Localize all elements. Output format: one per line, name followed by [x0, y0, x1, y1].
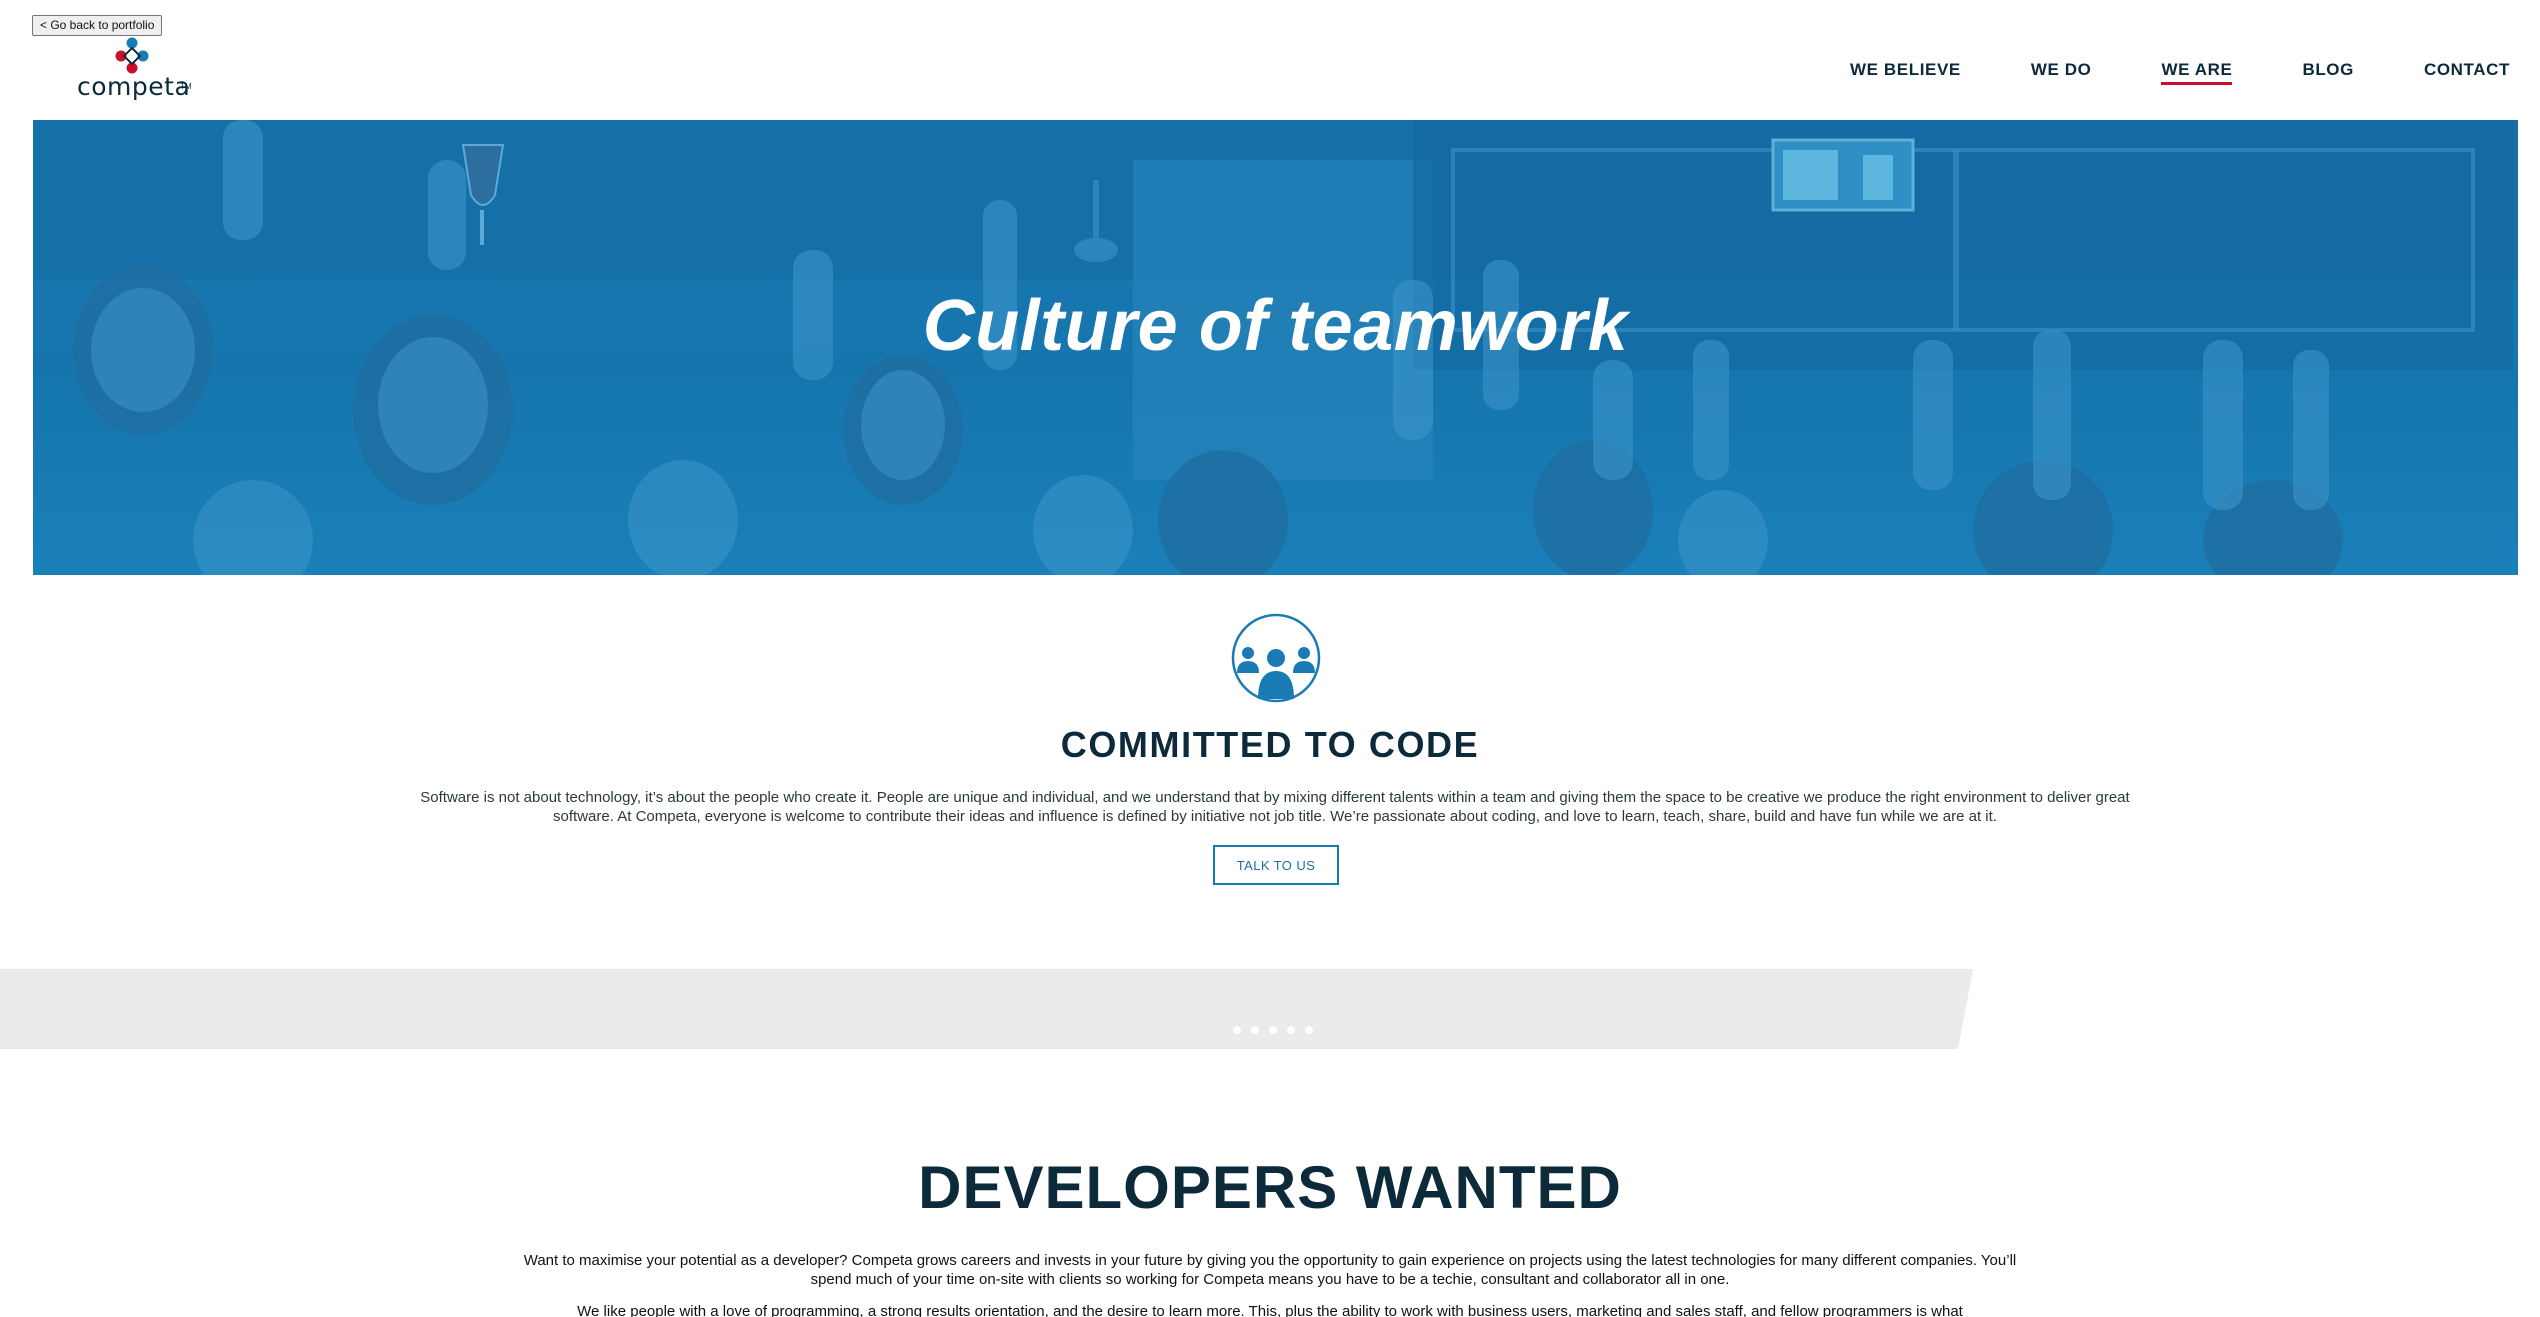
team-people-icon — [1231, 613, 1321, 703]
main-nav: WE BELIEVE WE DO WE ARE BLOG CONTACT — [1850, 60, 2510, 85]
developers-wanted-paragraph-1: Want to maximise your potential as a dev… — [523, 1252, 2017, 1288]
nav-blog[interactable]: BLOG — [2302, 60, 2354, 80]
developers-wanted-title: DEVELOPERS WANTED — [918, 1154, 1622, 1221]
committed-to-code-title: COMMITTED TO CODE — [1060, 724, 1480, 765]
competa-logo[interactable]: competa TM — [74, 36, 194, 101]
slider-band — [0, 969, 1973, 1049]
back-to-portfolio-button[interactable]: < Go back to portfolio — [32, 15, 163, 36]
slider-dot[interactable] — [1305, 1026, 1313, 1034]
developers-wanted-paragraph-2: We like people with a love of programmin… — [577, 1303, 1963, 1317]
slider-dot[interactable] — [1233, 1026, 1241, 1034]
slider-dots — [1233, 1026, 1313, 1034]
logo-trademark: TM — [180, 82, 192, 91]
slider-dot[interactable] — [1251, 1026, 1259, 1034]
nav-we-are[interactable]: WE ARE — [2161, 60, 2233, 85]
committed-to-code-body: Software is not about technology, it’s a… — [420, 789, 2130, 825]
slider-dot[interactable] — [1269, 1026, 1277, 1034]
logo-wordmark: competa — [77, 72, 191, 101]
hero-banner: Culture of teamwork — [33, 120, 2518, 575]
nav-we-do[interactable]: WE DO — [2031, 60, 2092, 80]
nav-we-believe[interactable]: WE BELIEVE — [1850, 60, 1961, 80]
hero-title: Culture of teamwork — [922, 286, 1629, 366]
slider-dot[interactable] — [1287, 1026, 1295, 1034]
competa-logo-mark-icon — [115, 37, 149, 74]
talk-to-us-button[interactable]: TALK TO US — [1213, 845, 1339, 885]
page: < Go back to portfolio competa TM WE BEL… — [0, 0, 2540, 1317]
nav-contact[interactable]: CONTACT — [2424, 60, 2510, 80]
